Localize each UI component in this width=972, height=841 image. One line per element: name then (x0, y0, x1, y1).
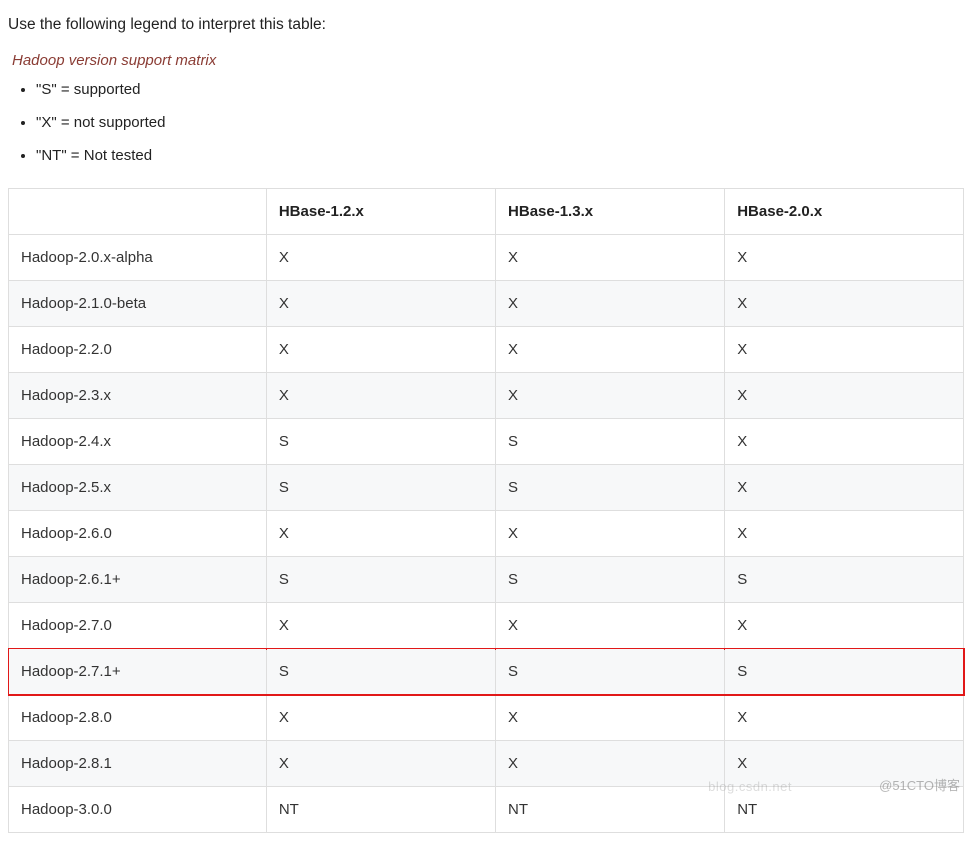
row-label: Hadoop-2.6.0 (9, 511, 267, 557)
cell-value: X (496, 511, 725, 557)
table-row: Hadoop-2.8.0XXX (9, 695, 964, 741)
col-header-hbase13: HBase-1.3.x (496, 189, 725, 235)
cell-value: S (496, 465, 725, 511)
support-matrix-table: HBase-1.2.x HBase-1.3.x HBase-2.0.x Hado… (8, 188, 964, 833)
cell-value: S (266, 465, 495, 511)
table-row: Hadoop-2.0.x-alphaXXX (9, 235, 964, 281)
table-header-row: HBase-1.2.x HBase-1.3.x HBase-2.0.x (9, 189, 964, 235)
cell-value: X (266, 235, 495, 281)
row-label: Hadoop-3.0.0 (9, 787, 267, 833)
table-row: Hadoop-3.0.0NTNTNT (9, 787, 964, 833)
cell-value: S (496, 557, 725, 603)
cell-value: X (496, 741, 725, 787)
table-row: Hadoop-2.6.1+SSS (9, 557, 964, 603)
table-row: Hadoop-2.1.0-betaXXX (9, 281, 964, 327)
row-label: Hadoop-2.5.x (9, 465, 267, 511)
cell-value: X (266, 281, 495, 327)
legend-item: "NT" = Not tested (36, 147, 964, 164)
cell-value: X (496, 373, 725, 419)
row-label: Hadoop-2.2.0 (9, 327, 267, 373)
row-label: Hadoop-2.7.1+ (9, 649, 267, 695)
cell-value: X (266, 327, 495, 373)
cell-value: X (725, 419, 964, 465)
cell-value: X (496, 327, 725, 373)
table-body: Hadoop-2.0.x-alphaXXXHadoop-2.1.0-betaXX… (9, 235, 964, 833)
cell-value: S (496, 419, 725, 465)
row-label: Hadoop-2.7.0 (9, 603, 267, 649)
cell-value: S (266, 419, 495, 465)
cell-value: NT (266, 787, 495, 833)
legend-item: "S" = supported (36, 81, 964, 98)
row-label: Hadoop-2.6.1+ (9, 557, 267, 603)
col-header-hbase12: HBase-1.2.x (266, 189, 495, 235)
cell-value: X (266, 741, 495, 787)
table-row: Hadoop-2.6.0XXX (9, 511, 964, 557)
row-label: Hadoop-2.3.x (9, 373, 267, 419)
row-label: Hadoop-2.1.0-beta (9, 281, 267, 327)
cell-value: X (496, 235, 725, 281)
cell-value: X (725, 281, 964, 327)
table-row: Hadoop-2.3.xXXX (9, 373, 964, 419)
row-label: Hadoop-2.8.0 (9, 695, 267, 741)
cell-value: X (725, 603, 964, 649)
cell-value: X (266, 695, 495, 741)
legend-list: "S" = supported "X" = not supported "NT"… (8, 81, 964, 164)
table-row: Hadoop-2.4.xSSX (9, 419, 964, 465)
row-label: Hadoop-2.4.x (9, 419, 267, 465)
col-header-hbase20: HBase-2.0.x (725, 189, 964, 235)
cell-value: X (496, 603, 725, 649)
cell-value: X (725, 695, 964, 741)
table-row: Hadoop-2.2.0XXX (9, 327, 964, 373)
table-row: Hadoop-2.5.xSSX (9, 465, 964, 511)
table-row: Hadoop-2.8.1XXX (9, 741, 964, 787)
cell-value: X (266, 603, 495, 649)
cell-value: X (266, 511, 495, 557)
legend-item: "X" = not supported (36, 114, 964, 131)
col-header-empty (9, 189, 267, 235)
cell-value: S (496, 649, 725, 695)
cell-value: X (496, 281, 725, 327)
cell-value: X (725, 511, 964, 557)
cell-value: S (266, 649, 495, 695)
cell-value: S (725, 557, 964, 603)
cell-value: X (725, 327, 964, 373)
legend-title: Hadoop version support matrix (12, 52, 964, 69)
intro-text: Use the following legend to interpret th… (8, 16, 964, 34)
cell-value: X (725, 741, 964, 787)
cell-value: X (496, 695, 725, 741)
cell-value: X (725, 373, 964, 419)
cell-value: X (266, 373, 495, 419)
table-row: Hadoop-2.7.0XXX (9, 603, 964, 649)
row-label: Hadoop-2.8.1 (9, 741, 267, 787)
cell-value: X (725, 465, 964, 511)
cell-value: X (725, 235, 964, 281)
cell-value: S (725, 649, 964, 695)
cell-value: NT (496, 787, 725, 833)
cell-value: S (266, 557, 495, 603)
cell-value: NT (725, 787, 964, 833)
row-label: Hadoop-2.0.x-alpha (9, 235, 267, 281)
table-row: Hadoop-2.7.1+SSS (9, 649, 964, 695)
